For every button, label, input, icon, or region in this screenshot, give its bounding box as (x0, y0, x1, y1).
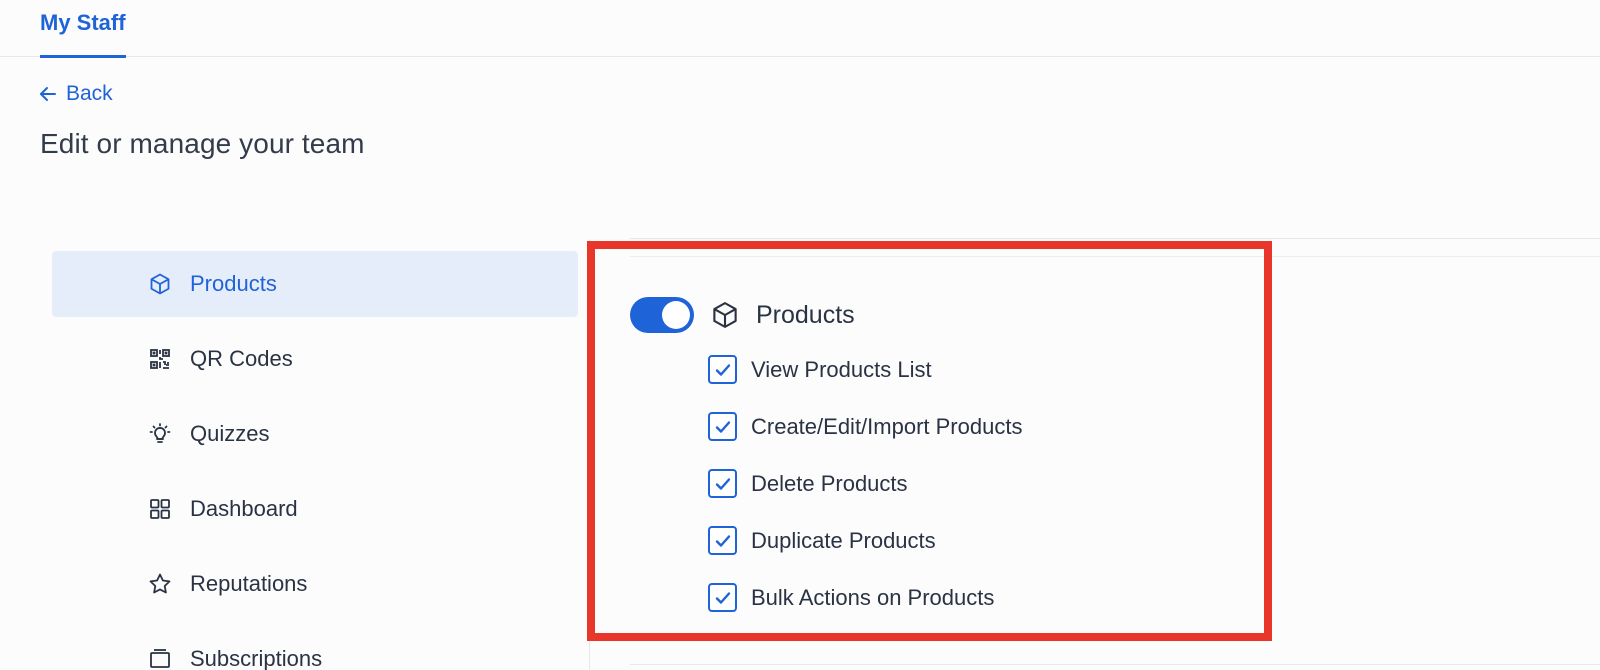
permission-section-title: Products (756, 300, 855, 329)
sidebar-item-label: Products (190, 271, 277, 296)
sidebar-item-quizzes[interactable]: Quizzes (52, 401, 578, 467)
permission-label: Duplicate Products (751, 528, 936, 553)
permission-item-create-edit-import-products: Create/Edit/Import Products (708, 412, 1022, 469)
divider (630, 664, 1600, 665)
sidebar-item-label: Reputations (190, 571, 308, 596)
sidebar-item-subscriptions[interactable]: Subscriptions (52, 626, 578, 670)
sidebar: Products QR Codes Quizzes Dashboard Repu… (0, 240, 590, 670)
duplicate-products-checkbox[interactable] (708, 526, 737, 555)
delete-products-checkbox[interactable] (708, 469, 737, 498)
view-products-list-checkbox[interactable] (708, 355, 737, 384)
permission-item-delete-products: Delete Products (708, 469, 1022, 526)
permission-label: Bulk Actions on Products (751, 585, 995, 610)
permission-list: View Products List Create/Edit/Import Pr… (708, 355, 1022, 640)
page: My Staff Back Edit or manage your team P… (0, 0, 1600, 670)
tab-my-staff[interactable]: My Staff (40, 10, 126, 58)
sidebar-item-qr-codes[interactable]: QR Codes (52, 326, 578, 392)
check-icon (715, 534, 730, 547)
permission-item-view-products-list: View Products List (708, 355, 1022, 412)
star-icon (148, 572, 172, 596)
cube-icon (710, 300, 740, 330)
grid-icon (148, 497, 172, 521)
sidebar-item-label: Subscriptions (190, 646, 323, 670)
sidebar-item-products[interactable]: Products (52, 251, 578, 317)
create-edit-import-products-checkbox[interactable] (708, 412, 737, 441)
divider (630, 256, 1600, 257)
page-title: Edit or manage your team (40, 128, 365, 159)
permission-item-bulk-actions-on-products: Bulk Actions on Products (708, 583, 1022, 640)
permission-label: View Products List (751, 357, 932, 382)
check-icon (715, 477, 730, 490)
check-icon (715, 363, 730, 376)
cube-icon (148, 272, 172, 296)
divider (630, 238, 1600, 239)
sidebar-item-label: Dashboard (190, 496, 298, 521)
toggle-knob (662, 301, 690, 329)
products-permission-toggle[interactable] (630, 297, 694, 333)
permission-label: Create/Edit/Import Products (751, 414, 1023, 439)
sidebar-item-label: Quizzes (190, 421, 270, 446)
check-icon (715, 420, 730, 433)
permission-label: Delete Products (751, 471, 908, 496)
sidebar-item-reputations[interactable]: Reputations (52, 551, 578, 617)
permission-section-header: Products (630, 295, 855, 335)
check-icon (715, 591, 730, 604)
lightbulb-icon (148, 422, 172, 446)
back-label: Back (66, 82, 113, 105)
sidebar-item-dashboard[interactable]: Dashboard (52, 476, 578, 542)
bulk-actions-on-products-checkbox[interactable] (708, 583, 737, 612)
subscriptions-icon (148, 647, 172, 670)
back-link[interactable]: Back (38, 80, 113, 108)
arrow-left-icon (38, 84, 58, 104)
sidebar-item-label: QR Codes (190, 346, 293, 371)
tab-bar: My Staff (0, 0, 1600, 58)
permission-item-duplicate-products: Duplicate Products (708, 526, 1022, 583)
qr-code-icon (148, 347, 172, 371)
